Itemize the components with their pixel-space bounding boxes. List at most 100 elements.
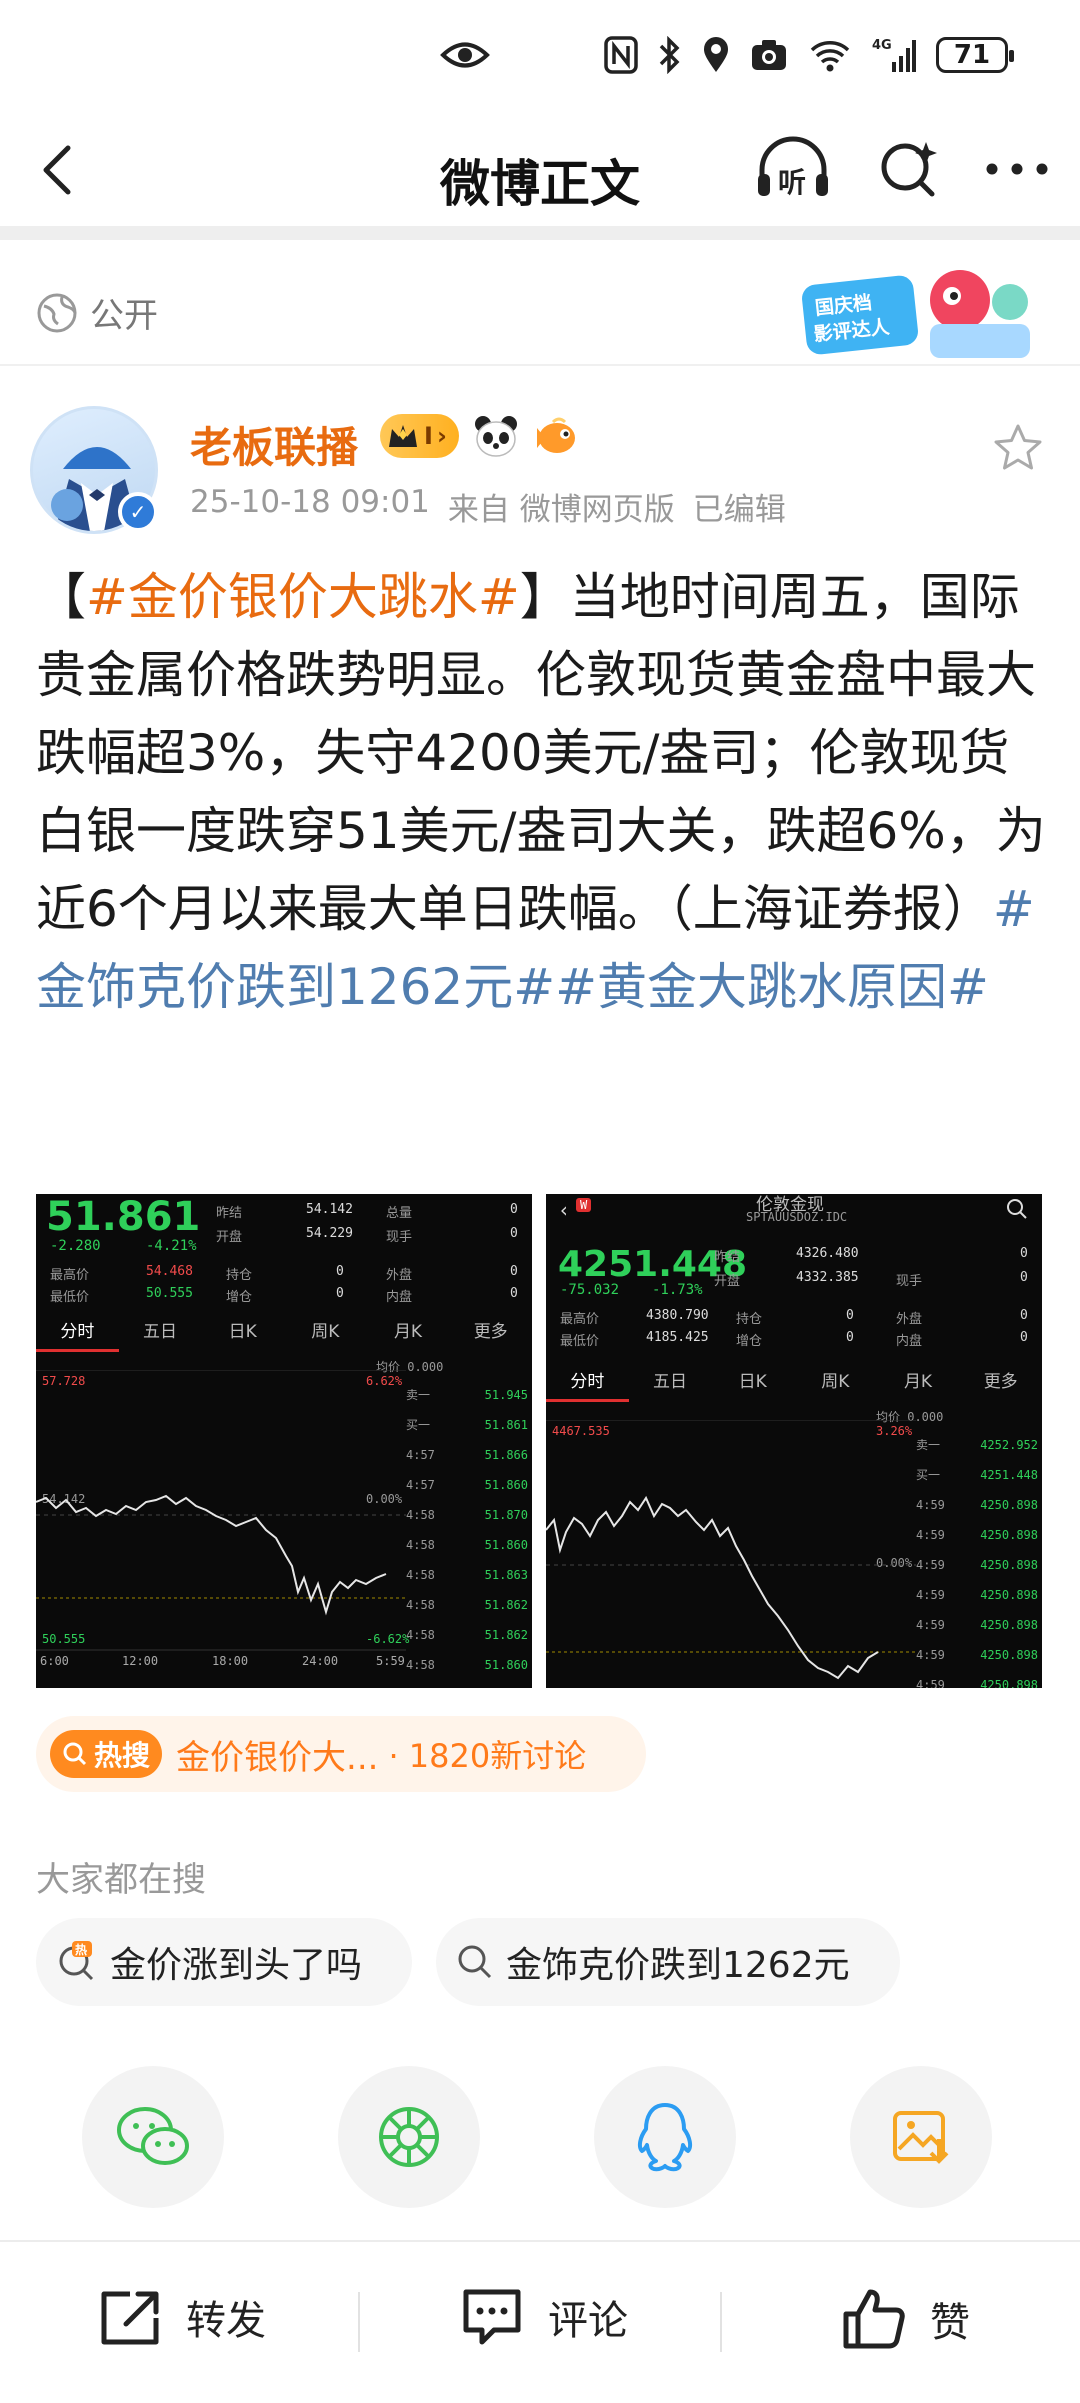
quote-label: 持仓 (226, 1268, 253, 1283)
share-qq-button[interactable] (594, 2066, 736, 2208)
tab-weekly-k[interactable]: 周K (284, 1312, 367, 1352)
divider (720, 2292, 722, 2352)
visibility-label: 公开 (90, 296, 158, 336)
author-header: ✓ 老板联播 I › 25-10-18 09:01 来自 微博网页版 已编辑 (0, 400, 1080, 540)
quote-value: 0 (510, 1286, 518, 1301)
tab-daily-k[interactable]: 日K (201, 1312, 284, 1352)
nav-bar: 微博正文 听 (0, 110, 1080, 240)
tick-row: 4:57 51.860 (406, 1470, 532, 1500)
verified-badge: ✓ (118, 492, 158, 532)
tick-time: 4:58 (406, 1568, 435, 1582)
share-wechat-button[interactable] (82, 2066, 224, 2208)
post-image-silver-quote[interactable]: 51.861 -2.280 -4.21% 昨结 54.142 总量 0 开盘 5… (36, 1194, 532, 1688)
quote-label: 增仓 (736, 1334, 763, 1349)
tick-time: 卖一 (916, 1438, 941, 1452)
post-source: 来自 微博网页版 (447, 492, 675, 528)
intraday-chart (546, 1420, 916, 1680)
quote-change: -2.280 (50, 1238, 101, 1254)
quote-change-pct: -1.73% (652, 1282, 703, 1298)
edited-label[interactable]: 已编辑 (693, 484, 786, 529)
post-timestamp: 25-10-18 09:01 (190, 484, 430, 520)
chevron-right-icon: › (436, 422, 447, 450)
tab-five-day[interactable]: 五日 (629, 1362, 712, 1402)
tick-row: 4:58 51.862 (406, 1620, 532, 1650)
like-label: 赞 (930, 2300, 970, 2346)
hot-search-badge: 热搜 (50, 1730, 163, 1778)
share-row (0, 2066, 1080, 2216)
campaign-banner[interactable]: 国庆档 影评达人 (800, 262, 1040, 366)
post-image-gold-quote[interactable]: ‹ W 伦敦金现 SPTAUUSDOZ.IDC 4251.448 -75.032… (546, 1194, 1042, 1688)
search-suggestion-chip[interactable]: 金饰克价跌到1262元 (436, 1918, 900, 2006)
quote-label: 最高价 (50, 1268, 90, 1283)
fish-icon[interactable] (533, 414, 579, 458)
time-label: 24:00 (302, 1654, 339, 1668)
search-icon[interactable] (876, 136, 942, 202)
tick-price: 4252.952 (980, 1438, 1038, 1452)
quote-label: 增仓 (226, 1290, 253, 1305)
tab-daily-k[interactable]: 日K (711, 1362, 794, 1402)
share-moments-button[interactable] (338, 2066, 480, 2208)
author-name[interactable]: 老板联播 (190, 414, 358, 475)
tick-price: 4251.448 (980, 1468, 1038, 1482)
quote-value: 4332.385 (796, 1270, 859, 1285)
tick-row: 买一 4251.448 (916, 1460, 1042, 1490)
tick-price: 51.861 (484, 1418, 528, 1432)
camera-icon (752, 40, 786, 70)
tab-more[interactable]: 更多 (959, 1362, 1042, 1402)
hot-search-count: · 1820新讨论 (388, 1737, 587, 1775)
tick-price: 51.945 (484, 1388, 528, 1402)
tick-price: 4250.898 (980, 1498, 1038, 1512)
tab-weekly-k[interactable]: 周K (794, 1362, 877, 1402)
topic-link-gold-reason[interactable]: #黄金大跳水原因# (555, 958, 989, 1016)
quote-value: 54.468 (146, 1264, 193, 1279)
visibility-bar: 公开 国庆档 影评达人 (0, 258, 1080, 366)
nfc-icon (604, 36, 638, 74)
time-label: 5:59 (376, 1654, 405, 1668)
favorite-star-icon[interactable] (992, 422, 1044, 474)
vip-badge[interactable]: I › (380, 414, 459, 458)
search-suggestion-chip[interactable]: 热 金价涨到头了吗 (36, 1918, 412, 2006)
save-image-button[interactable] (850, 2066, 992, 2208)
tab-intraday[interactable]: 分时 (36, 1312, 119, 1352)
tick-time: 4:59 (916, 1648, 945, 1662)
post-content: 【#金价银价大跳水#】当地时间周五，国际贵金属价格跌势明显。伦敦现货黄金盘中最大… (36, 558, 1046, 1026)
tick-row: 4:58 51.860 (406, 1650, 532, 1680)
tick-row: 4:59 4250.898 (916, 1490, 1042, 1520)
repost-button[interactable]: 转发 (96, 2286, 266, 2348)
more-icon[interactable] (984, 159, 1050, 179)
tick-row: 卖一 4252.952 (916, 1430, 1042, 1460)
bracket-open: 【 (36, 568, 86, 626)
search-icon (63, 1742, 87, 1766)
tick-time: 4:57 (406, 1478, 435, 1492)
hot-search-icon: 热 (59, 1941, 94, 1981)
tick-time: 4:59 (916, 1558, 945, 1572)
tick-time: 4:59 (916, 1588, 945, 1602)
tab-monthly-k[interactable]: 月K (877, 1362, 960, 1402)
like-button[interactable]: 赞 (840, 2286, 970, 2352)
tick-row: 4:58 51.860 (406, 1530, 532, 1560)
quote-value: 0 (510, 1202, 518, 1217)
moments-icon (379, 2107, 439, 2167)
tick-price: 4250.898 (980, 1588, 1038, 1602)
quote-change: -75.032 (560, 1282, 620, 1298)
quote-value: 0 (846, 1330, 854, 1345)
save-image-icon (893, 2111, 949, 2164)
tick-time: 卖一 (406, 1388, 431, 1402)
quote-value: 4185.425 (646, 1330, 709, 1345)
wifi-icon (810, 41, 850, 72)
topic-link-price-dive[interactable]: #金价银价大跳水# (86, 568, 520, 626)
status-bar: 4G 71 (0, 0, 1080, 110)
tick-price: 51.866 (484, 1448, 528, 1462)
tab-monthly-k[interactable]: 月K (367, 1312, 450, 1352)
tab-five-day[interactable]: 五日 (119, 1312, 202, 1352)
quote-label: 持仓 (736, 1312, 763, 1327)
tab-more[interactable]: 更多 (449, 1312, 532, 1352)
quote-code: SPTAUUSDOZ.IDC (746, 1210, 848, 1224)
hot-search-banner[interactable]: 热搜 金价银价大... · 1820新讨论 (36, 1716, 646, 1792)
tab-intraday[interactable]: 分时 (546, 1362, 629, 1402)
crown-icon (389, 425, 417, 447)
listen-button[interactable]: 听 (752, 134, 834, 204)
eye-icon (440, 42, 490, 68)
panda-icon[interactable] (473, 414, 519, 458)
comment-button[interactable]: 评论 (458, 2286, 628, 2348)
